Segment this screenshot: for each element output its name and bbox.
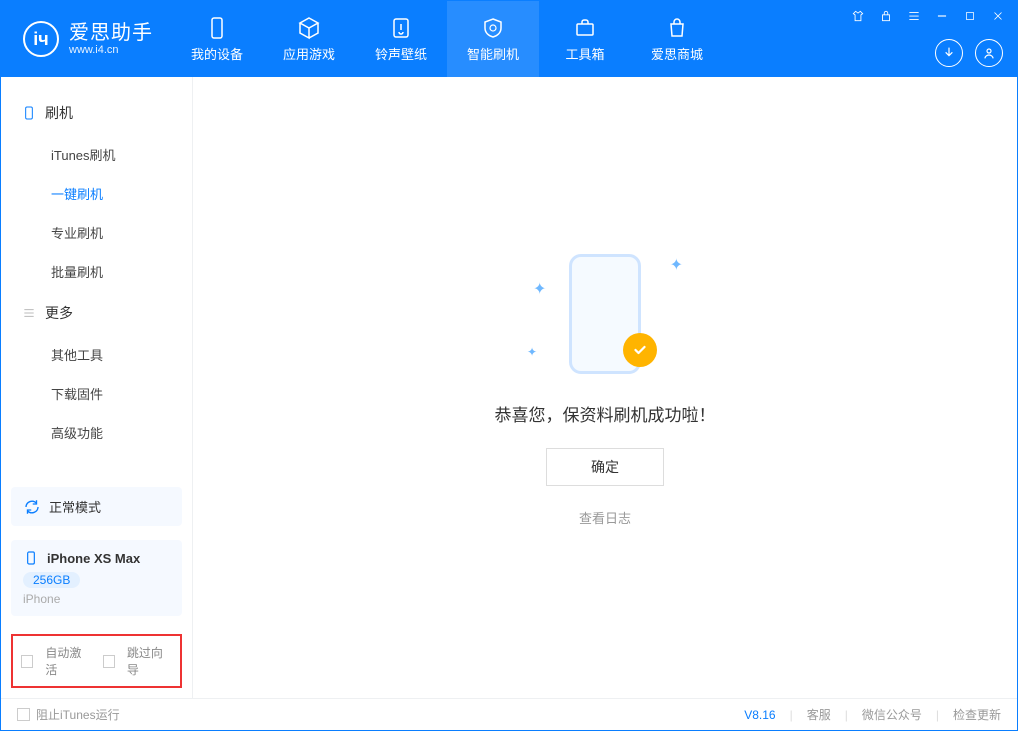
sidebar-item-other-tools[interactable]: 其他工具 — [1, 335, 192, 374]
footer: 阻止iTunes运行 V8.16 | 客服 | 微信公众号 | 检查更新 — [1, 698, 1017, 730]
menu-icon[interactable] — [905, 7, 923, 25]
checkbox-skip-guide[interactable] — [103, 655, 115, 668]
header-right — [935, 39, 1003, 67]
device-name: iPhone XS Max — [47, 551, 140, 566]
shirt-icon[interactable] — [849, 7, 867, 25]
sidebar-item-pro-flash[interactable]: 专业刷机 — [1, 213, 192, 252]
list-icon — [21, 305, 37, 321]
download-button[interactable] — [935, 39, 963, 67]
bag-icon — [665, 16, 689, 40]
sync-icon — [23, 498, 41, 516]
header: iч 爱思助手 www.i4.cn 我的设备 应用游戏 铃声壁纸 智能刷机 工具… — [1, 1, 1017, 77]
device-type: iPhone — [23, 592, 170, 606]
sidebar-section-more: 更多 — [1, 297, 192, 329]
sidebar-item-advanced[interactable]: 高级功能 — [1, 413, 192, 452]
main-content: ✦ ✦ ✦ 恭喜您，保资料刷机成功啦！ 确定 查看日志 — [193, 77, 1017, 698]
label-auto-activate: 自动激活 — [45, 644, 90, 678]
cube-icon — [297, 16, 321, 40]
label-skip-guide: 跳过向导 — [127, 644, 172, 678]
nav-smart-flash[interactable]: 智能刷机 — [447, 1, 539, 77]
sidebar: 刷机 iTunes刷机 一键刷机 专业刷机 批量刷机 更多 其他工具 下载固件 … — [1, 77, 193, 698]
highlighted-options: 自动激活 跳过向导 — [11, 634, 182, 688]
mode-card[interactable]: 正常模式 — [11, 487, 182, 526]
sidebar-item-batch-flash[interactable]: 批量刷机 — [1, 252, 192, 291]
toolbox-icon — [573, 16, 597, 40]
refresh-shield-icon — [481, 16, 505, 40]
nav-ringtones[interactable]: 铃声壁纸 — [355, 1, 447, 77]
checkmark-badge-icon — [623, 333, 657, 367]
checkbox-block-itunes[interactable] — [17, 708, 30, 721]
app-name: 爱思助手 — [69, 22, 153, 44]
device-card[interactable]: iPhone XS Max 256GB iPhone — [11, 540, 182, 616]
app-url: www.i4.cn — [69, 44, 153, 56]
nav-my-device[interactable]: 我的设备 — [171, 1, 263, 77]
sidebar-item-itunes-flash[interactable]: iTunes刷机 — [1, 135, 192, 174]
close-button[interactable] — [989, 7, 1007, 25]
label-block-itunes: 阻止iTunes运行 — [36, 706, 120, 723]
window-controls — [849, 7, 1007, 25]
logo: iч 爱思助手 www.i4.cn — [1, 1, 171, 77]
device-storage: 256GB — [23, 572, 80, 588]
footer-link-wechat[interactable]: 微信公众号 — [862, 706, 922, 723]
nav-store[interactable]: 爱思商城 — [631, 1, 723, 77]
sparkle-icon: ✦ — [670, 255, 683, 275]
maximize-button[interactable] — [961, 7, 979, 25]
phone-icon — [23, 550, 39, 566]
ok-button[interactable]: 确定 — [546, 448, 664, 486]
footer-link-update[interactable]: 检查更新 — [953, 706, 1001, 723]
view-log-link[interactable]: 查看日志 — [579, 508, 631, 527]
lock-icon[interactable] — [877, 7, 895, 25]
version-label: V8.16 — [744, 708, 775, 722]
success-illustration: ✦ ✦ ✦ — [525, 249, 685, 379]
checkbox-auto-activate[interactable] — [21, 655, 33, 668]
nav-toolbox[interactable]: 工具箱 — [539, 1, 631, 77]
music-file-icon — [389, 16, 413, 40]
minimize-button[interactable] — [933, 7, 951, 25]
sidebar-item-oneclick-flash[interactable]: 一键刷机 — [1, 174, 192, 213]
sparkle-icon: ✦ — [527, 345, 537, 359]
nav-apps-games[interactable]: 应用游戏 — [263, 1, 355, 77]
device-icon — [205, 16, 229, 40]
sidebar-item-download-firmware[interactable]: 下载固件 — [1, 374, 192, 413]
mode-label: 正常模式 — [49, 497, 101, 516]
success-message: 恭喜您，保资料刷机成功啦！ — [495, 401, 716, 426]
sparkle-icon: ✦ — [533, 279, 546, 299]
top-nav: 我的设备 应用游戏 铃声壁纸 智能刷机 工具箱 爱思商城 — [171, 1, 723, 77]
user-button[interactable] — [975, 39, 1003, 67]
sidebar-section-flash: 刷机 — [1, 97, 192, 129]
logo-icon: iч — [23, 21, 59, 57]
phone-icon — [21, 105, 37, 121]
footer-link-support[interactable]: 客服 — [807, 706, 831, 723]
